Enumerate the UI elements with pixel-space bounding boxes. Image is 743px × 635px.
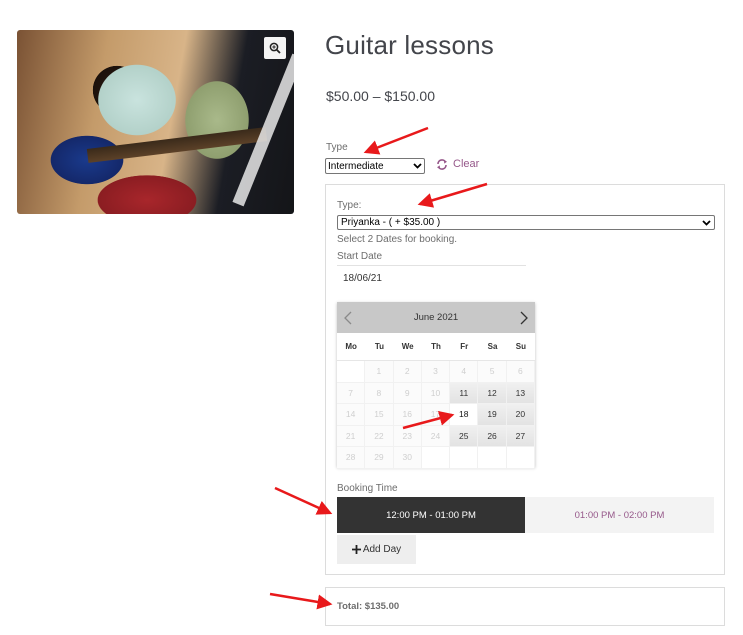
calendar-day[interactable]: 13 — [506, 382, 535, 404]
calendar-day-disabled: 15 — [365, 404, 394, 426]
calendar-day-disabled: 1 — [365, 361, 394, 383]
variation-type-value: Intermediate — [328, 160, 384, 172]
calendar-day-disabled: 3 — [421, 361, 451, 383]
resource-type-select[interactable]: Priyanka - ( + $35.00 ) — [337, 215, 715, 230]
datepicker-month: June 2021 — [413, 312, 459, 323]
weekday-header: Su — [515, 342, 526, 351]
datepicker: June 2021 Mo Tu We Th Fr Sa Su 1 2 3 4 5 6 7 8 9 10 11 12… — [337, 302, 535, 469]
calendar-day-selected[interactable]: 18 — [450, 404, 479, 426]
weekday-header: Fr — [460, 342, 469, 351]
datepicker-header: June 2021 — [337, 302, 535, 333]
product-image[interactable] — [17, 30, 294, 214]
calendar-day-disabled: 10 — [421, 382, 451, 404]
calendar-day[interactable]: 26 — [478, 425, 507, 447]
calendar-day-disabled: 23 — [393, 425, 422, 447]
calendar-day-disabled: 16 — [393, 404, 422, 426]
calendar-day[interactable]: 12 — [478, 382, 507, 404]
weekday-header: Th — [431, 342, 441, 351]
product-title: Guitar lessons — [325, 30, 494, 60]
weekday-header: Tu — [374, 342, 385, 351]
booking-total: Total: $135.00 — [337, 601, 400, 612]
calendar-day[interactable]: 11 — [450, 382, 479, 404]
weekday-header: Mo — [345, 342, 357, 351]
datepicker-weekdays: Mo Tu We Th Fr Sa Su — [337, 333, 535, 361]
calendar-day-disabled: 2 — [393, 361, 422, 383]
calendar-day-disabled: 9 — [393, 382, 422, 404]
calendar-day-disabled: 17 — [421, 404, 451, 426]
calendar-empty-cell — [450, 447, 479, 469]
resource-type-value: Priyanka - ( + $35.00 ) — [341, 217, 441, 228]
magnifier-plus-icon — [269, 42, 281, 54]
calendar-day-disabled: 4 — [450, 361, 479, 383]
booking-time-label: Booking Time — [337, 483, 398, 494]
booking-hint: Select 2 Dates for booking. — [337, 234, 458, 245]
add-day-label: Add Day — [362, 544, 402, 555]
chevron-left-icon — [344, 311, 352, 324]
calendar-day-disabled: 28 — [337, 447, 366, 469]
calendar-day-disabled: 5 — [478, 361, 507, 383]
calendar-day[interactable]: 19 — [478, 404, 507, 426]
calendar-day-disabled: 29 — [365, 447, 394, 469]
variation-type-select[interactable]: Intermediate — [325, 158, 425, 174]
plus-icon — [351, 545, 361, 554]
calendar-day-disabled: 21 — [337, 425, 366, 447]
weekday-header: Sa — [487, 342, 498, 351]
guitar-neck-decoration — [86, 127, 268, 163]
datepicker-days: 1 2 3 4 5 6 7 8 9 10 11 12 13 14 15 16 17 18 19 20 21 22 23 24 2… — [337, 361, 535, 469]
start-date-label: Start Date — [337, 251, 383, 262]
calendar-empty-cell — [337, 361, 366, 383]
time-slot[interactable]: 01:00 PM - 02:00 PM — [525, 497, 714, 533]
resource-type-label: Type: — [337, 200, 362, 211]
calendar-day-disabled: 24 — [421, 425, 451, 447]
calendar-day-disabled: 14 — [337, 404, 366, 426]
annotation-arrow — [274, 486, 333, 515]
calendar-empty-cell — [478, 447, 507, 469]
calendar-day-disabled: 6 — [506, 361, 535, 383]
chevron-down-icon — [702, 219, 711, 226]
calendar-empty-cell — [421, 447, 451, 469]
calendar-day-disabled: 30 — [393, 447, 422, 469]
image-zoom-button[interactable] — [264, 37, 286, 59]
clear-label: Clear — [453, 158, 480, 170]
start-date-field-underline — [337, 265, 526, 266]
product-price: $50.00 – $150.00 — [326, 88, 435, 104]
calendar-day-disabled: 8 — [365, 382, 394, 404]
calendar-day-disabled: 22 — [365, 425, 394, 447]
calendar-day-disabled: 7 — [337, 382, 366, 404]
annotation-arrow — [363, 126, 429, 155]
annotation-arrow — [269, 592, 333, 610]
chevron-down-icon — [413, 163, 422, 169]
calendar-day[interactable]: 25 — [450, 425, 479, 447]
chevron-right-icon — [520, 311, 528, 324]
refresh-icon — [437, 158, 447, 170]
weekday-header: We — [401, 342, 414, 351]
next-month-button[interactable] — [517, 308, 531, 328]
variation-type-label: Type — [326, 142, 348, 153]
clear-button[interactable]: Clear — [436, 158, 479, 170]
prev-month-button[interactable] — [341, 308, 355, 328]
calendar-day[interactable]: 27 — [506, 425, 535, 447]
calendar-empty-cell — [506, 447, 535, 469]
add-day-button[interactable]: Add Day — [337, 535, 416, 564]
start-date-input[interactable]: 18/06/21 — [343, 273, 382, 284]
calendar-day[interactable]: 20 — [506, 404, 535, 426]
time-slot-selected[interactable]: 12:00 PM - 01:00 PM — [337, 497, 525, 533]
